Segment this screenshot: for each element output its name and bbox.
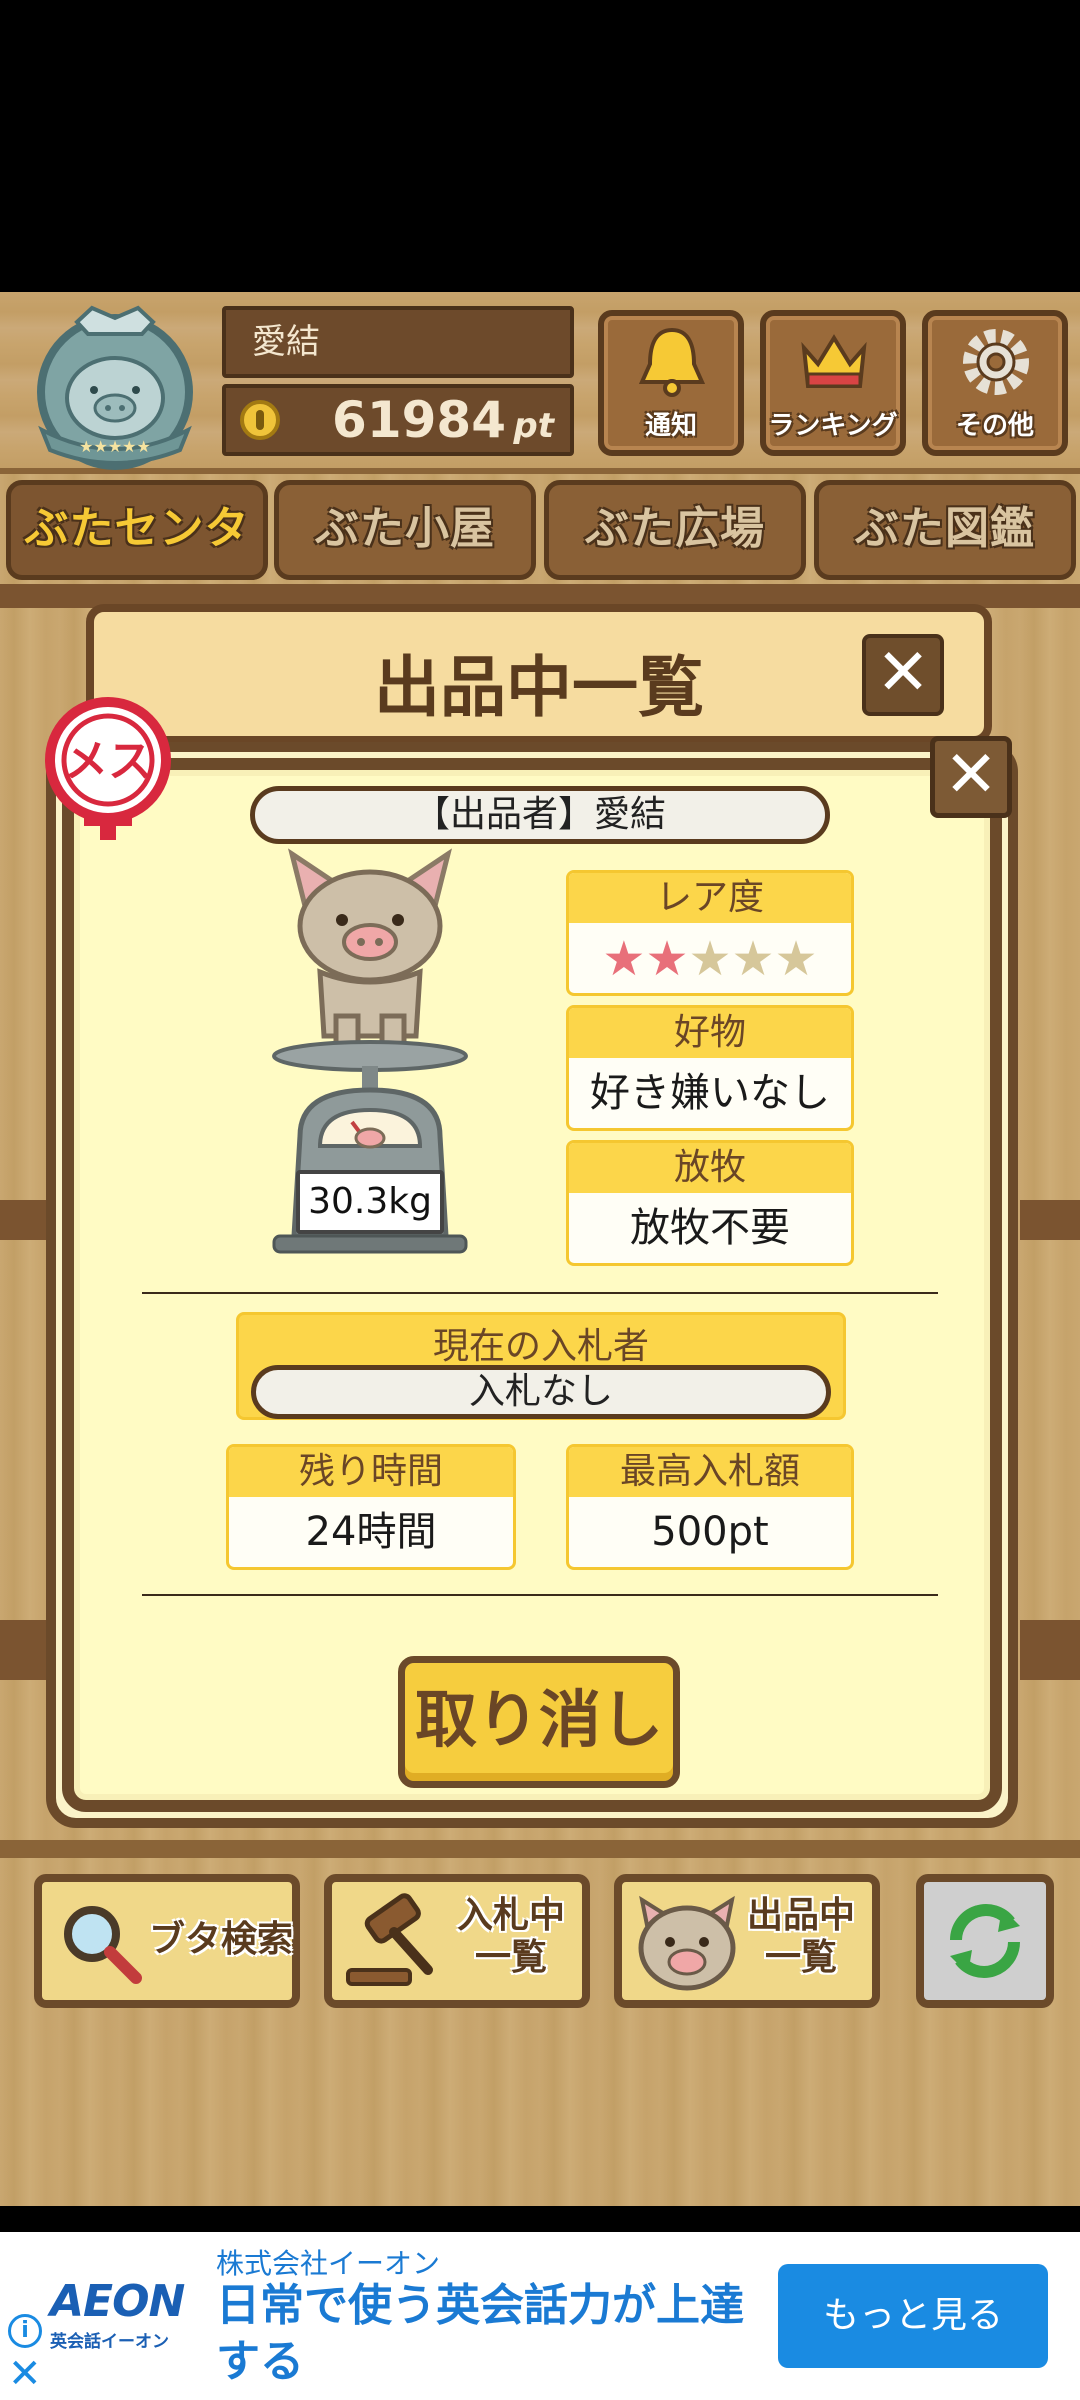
gear-icon bbox=[963, 329, 1029, 395]
bell-icon bbox=[638, 327, 706, 397]
pig-detail-panel bbox=[62, 758, 1002, 1812]
wood-beam bbox=[0, 1840, 1080, 1858]
grazing-label: 放牧 bbox=[569, 1143, 851, 1193]
rarity-stars: ★★★★★ bbox=[569, 923, 851, 993]
bidding-list-label-1: 入札中 bbox=[456, 1895, 565, 1936]
tab-buta-zukan[interactable]: ぶた図鑑 bbox=[814, 480, 1076, 580]
detail-close-button[interactable]: ✕ bbox=[930, 736, 1012, 818]
tab-buta-koya[interactable]: ぶた小屋 bbox=[274, 480, 536, 580]
listing-list-button[interactable]: 出品中 一覧 bbox=[614, 1874, 880, 2008]
pig-search-button[interactable]: ブタ検索 bbox=[34, 1874, 300, 2008]
rarity-card: レア度 ★★★★★ bbox=[566, 870, 854, 996]
listing-list-label-1: 出品中 bbox=[746, 1895, 855, 1936]
refresh-button[interactable] bbox=[916, 1874, 1054, 2008]
favorite-food-card: 好物 好き嫌いなし bbox=[566, 1005, 854, 1131]
max-bid-card: 最高入札額 500pt bbox=[566, 1444, 854, 1570]
gender-label: メス bbox=[64, 736, 152, 787]
wood-beam bbox=[1020, 1200, 1080, 1240]
listing-dialog-header: 出品中一覧 ✕ bbox=[86, 604, 992, 744]
refresh-icon bbox=[950, 1904, 1020, 1978]
listing-close-button[interactable]: ✕ bbox=[862, 634, 944, 716]
star-filled-icon: ★ bbox=[602, 931, 646, 987]
max-bid-label: 最高入札額 bbox=[569, 1447, 851, 1497]
aeon-logo: AEON 英会話イーオン bbox=[50, 2276, 190, 2356]
current-bidder-value: 入札なし bbox=[251, 1365, 831, 1419]
divider bbox=[142, 1292, 938, 1294]
grazing-card: 放牧 放牧不要 bbox=[566, 1140, 854, 1266]
ad-info-icon[interactable]: i bbox=[8, 2314, 42, 2348]
pig-search-label: ブタ検索 bbox=[148, 1919, 293, 1960]
settings-button[interactable]: その他 bbox=[922, 310, 1068, 456]
favorite-food-value: 好き嫌いなし bbox=[590, 1070, 830, 1116]
tab-bar: ぶたセンター ぶた小屋 ぶた広場 ぶた図鑑 bbox=[0, 480, 1080, 642]
player-name: 愛結 bbox=[222, 306, 574, 378]
star-empty-icon: ★ bbox=[774, 931, 818, 987]
aeon-logo-text: AEON bbox=[50, 2276, 185, 2327]
points-value: 61984 bbox=[332, 391, 506, 449]
star-filled-icon: ★ bbox=[645, 931, 689, 987]
weight-value: 30.3kg bbox=[296, 1170, 444, 1234]
divider bbox=[142, 1594, 938, 1596]
grazing-value: 放牧不要 bbox=[630, 1205, 790, 1251]
bidding-list-button[interactable]: 入札中 一覧 bbox=[324, 1874, 590, 2008]
max-bid-value: 500pt bbox=[651, 1509, 769, 1555]
tab-buta-hiroba[interactable]: ぶた広場 bbox=[544, 480, 806, 580]
coin-icon bbox=[240, 400, 280, 440]
bidding-list-label-2: 一覧 bbox=[474, 1937, 547, 1978]
current-bidder-label: 現在の入札者 bbox=[432, 1326, 649, 1367]
magnifier-icon bbox=[64, 1906, 142, 1984]
favorite-food-label: 好物 bbox=[569, 1008, 851, 1058]
crown-icon bbox=[801, 334, 867, 388]
notice-button[interactable]: 通知 bbox=[598, 310, 744, 456]
female-gender-icon: メス bbox=[45, 697, 171, 840]
time-left-card: 残り時間 24時間 bbox=[226, 1444, 516, 1570]
ad-close-icon[interactable]: ✕ bbox=[8, 2354, 42, 2394]
star-empty-icon: ★ bbox=[731, 931, 775, 987]
listing-dialog-title: 出品中一覧 bbox=[374, 649, 704, 726]
rarity-label: レア度 bbox=[569, 873, 851, 923]
cancel-listing-button[interactable]: 取り消し bbox=[398, 1656, 680, 1788]
listing-list-label-2: 一覧 bbox=[764, 1937, 837, 1978]
settings-label: その他 bbox=[955, 411, 1034, 441]
ranking-label: ランキング bbox=[768, 411, 898, 441]
player-avatar-icon[interactable]: ★★★★★ bbox=[22, 300, 208, 470]
game-bottom-edge bbox=[0, 2206, 1080, 2232]
time-left-value: 24時間 bbox=[305, 1509, 437, 1555]
notice-label: 通知 bbox=[644, 411, 697, 441]
points-panel: 61984 pt bbox=[222, 384, 574, 456]
points-unit: pt bbox=[513, 406, 554, 446]
wood-beam bbox=[1020, 1620, 1080, 1680]
ranking-button[interactable]: ランキング bbox=[760, 310, 906, 456]
svg-text:★★★★★: ★★★★★ bbox=[79, 437, 151, 456]
tab-buta-center[interactable]: ぶたセンター bbox=[6, 480, 268, 642]
seller-label: 【出品者】愛結 bbox=[250, 786, 830, 844]
aeon-logo-sub: 英会話イーオン bbox=[50, 2332, 169, 2352]
ad-company: 株式会社イーオン bbox=[216, 2247, 441, 2280]
current-bidder-card: 現在の入札者 入札なし bbox=[236, 1312, 846, 1420]
ad-headline: 日常で使う英会話力が上達する bbox=[216, 2280, 744, 2387]
ad-cta-button[interactable]: もっと見る bbox=[778, 2264, 1048, 2368]
star-empty-icon: ★ bbox=[688, 931, 732, 987]
time-left-label: 残り時間 bbox=[229, 1447, 513, 1497]
